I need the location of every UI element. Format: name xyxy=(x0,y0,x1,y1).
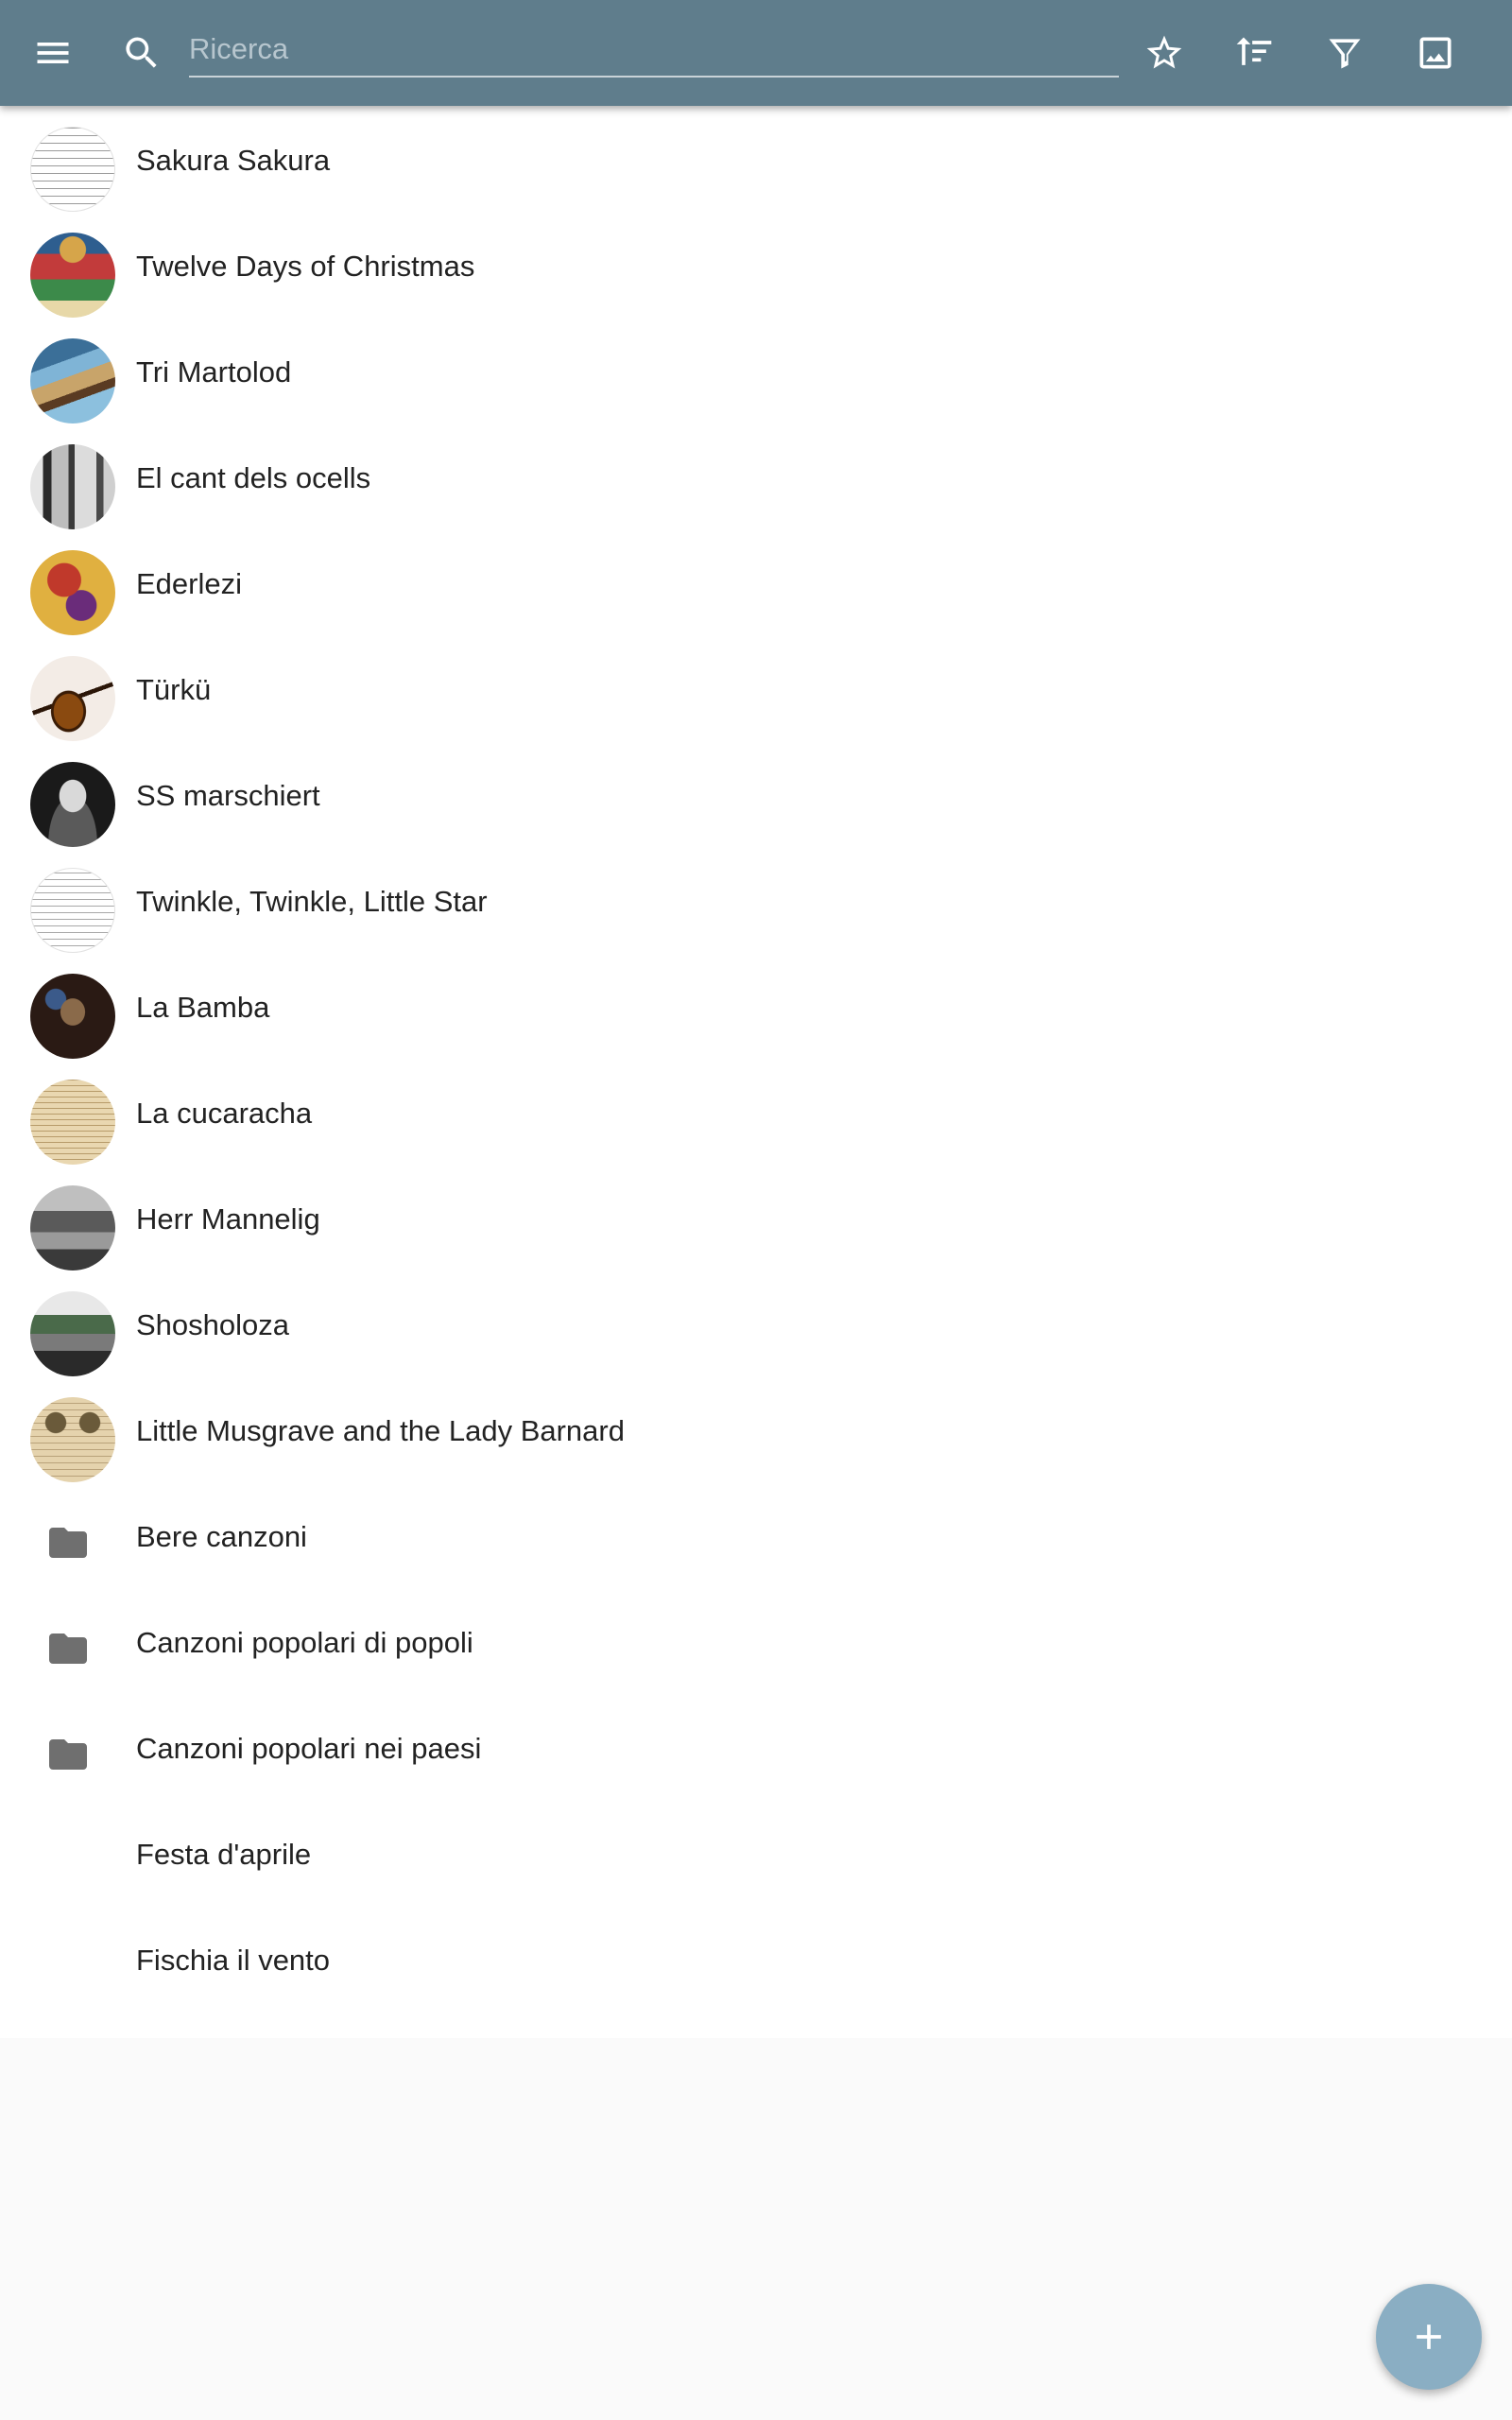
filter-icon[interactable] xyxy=(1311,19,1379,87)
folder-item[interactable]: Bere canzoni xyxy=(0,1482,1512,1588)
list-item-label: Twinkle, Twinkle, Little Star xyxy=(136,885,488,918)
folder-item-label: Canzoni popolari di popoli xyxy=(136,1626,473,1659)
list-item[interactable]: SS marschiert xyxy=(0,741,1512,847)
list-item-label: Türkü xyxy=(136,673,212,706)
list-item-label: Ederlezi xyxy=(136,567,242,600)
list-item[interactable]: Fischia il vento xyxy=(0,1906,1512,2012)
list-item-label: Fischia il vento xyxy=(136,1944,331,1977)
top-app-bar xyxy=(0,0,1512,106)
list-item[interactable]: Sakura Sakura xyxy=(0,106,1512,212)
list-item-label: Little Musgrave and the Lady Barnard xyxy=(136,1414,625,1447)
list-item[interactable]: Türkü xyxy=(0,635,1512,741)
list-item[interactable]: Little Musgrave and the Lady Barnard xyxy=(0,1376,1512,1482)
folder-icon xyxy=(45,1626,91,1671)
illustration-thumbnail xyxy=(30,233,115,318)
sheet-music-thumbnail xyxy=(30,868,115,953)
star-outline-icon[interactable] xyxy=(1130,19,1198,87)
folder-item[interactable]: Canzoni popolari di popoli xyxy=(0,1588,1512,1694)
photo-thumbnail xyxy=(30,1291,115,1376)
list-item-label: Tri Martolod xyxy=(136,355,292,389)
sheet-music-thumbnail xyxy=(30,127,115,212)
list-item[interactable]: La Bamba xyxy=(0,953,1512,1059)
photo-thumbnail xyxy=(30,444,115,529)
folder-icon xyxy=(45,1520,91,1565)
broadside-thumbnail xyxy=(30,1397,115,1482)
list-item-label: Sakura Sakura xyxy=(136,144,331,177)
print-thumbnail xyxy=(30,1080,115,1165)
list-item-label: El cant dels ocells xyxy=(136,461,371,494)
add-button[interactable] xyxy=(1376,2284,1482,2390)
song-list: Sakura Sakura Twelve Days of Christmas T… xyxy=(0,106,1512,2038)
list-item-label: Festa d'aprile xyxy=(136,1838,312,1871)
image-icon[interactable] xyxy=(1401,19,1469,87)
portrait-thumbnail xyxy=(30,762,115,847)
photo-thumbnail xyxy=(30,338,115,424)
app-root: Sakura Sakura Twelve Days of Christmas T… xyxy=(0,0,1512,2420)
list-item[interactable]: Ederlezi xyxy=(0,529,1512,635)
list-item[interactable]: Herr Mannelig xyxy=(0,1165,1512,1270)
instrument-thumbnail xyxy=(30,656,115,741)
list-item[interactable]: Twinkle, Twinkle, Little Star xyxy=(0,847,1512,953)
list-item[interactable]: Shosholoza xyxy=(0,1270,1512,1376)
engraving-thumbnail xyxy=(30,1185,115,1270)
list-item-label: La cucaracha xyxy=(136,1097,313,1130)
list-item-label: La Bamba xyxy=(136,991,270,1024)
list-item[interactable]: Twelve Days of Christmas xyxy=(0,212,1512,318)
folder-icon xyxy=(45,1732,91,1777)
folder-item-label: Bere canzoni xyxy=(136,1520,307,1553)
icon-painting-thumbnail xyxy=(30,550,115,635)
sort-icon[interactable] xyxy=(1220,19,1288,87)
search-icon[interactable] xyxy=(108,19,176,87)
list-item-label: Twelve Days of Christmas xyxy=(136,250,475,283)
search-field xyxy=(189,19,1119,78)
plus-icon xyxy=(1417,2325,1441,2349)
photo-thumbnail xyxy=(30,974,115,1059)
folder-item-label: Canzoni popolari nei paesi xyxy=(136,1732,482,1765)
search-input[interactable] xyxy=(189,19,1119,76)
list-item-label: Herr Mannelig xyxy=(136,1202,320,1236)
list-item[interactable]: Tri Martolod xyxy=(0,318,1512,424)
list-item[interactable]: Festa d'aprile xyxy=(0,1800,1512,1906)
list-item[interactable]: La cucaracha xyxy=(0,1059,1512,1165)
list-item-label: SS marschiert xyxy=(136,779,320,812)
list-item-label: Shosholoza xyxy=(136,1308,290,1341)
menu-icon[interactable] xyxy=(19,19,87,87)
folder-item[interactable]: Canzoni popolari nei paesi xyxy=(0,1694,1512,1800)
list-item[interactable]: El cant dels ocells xyxy=(0,424,1512,529)
